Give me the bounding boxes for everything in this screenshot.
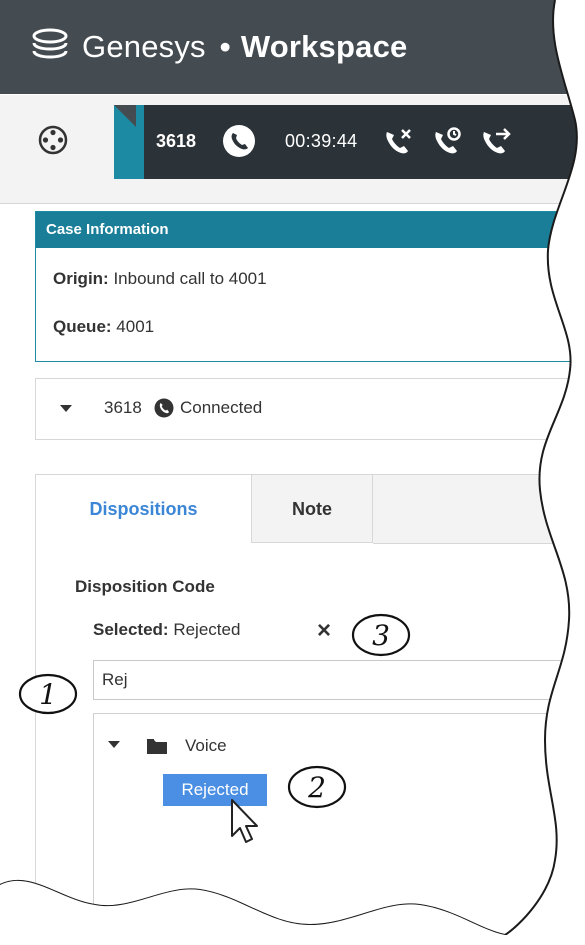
connection-number: 3618 (104, 398, 142, 417)
end-call-icon[interactable] (381, 124, 415, 158)
hub-menu-icon[interactable] (37, 124, 69, 156)
origin-row: Origin: Inbound call to 4001 (53, 269, 267, 289)
callout-2-label: 2 (307, 771, 326, 804)
transfer-call-icon[interactable] (478, 124, 512, 158)
selected-value: Rejected (173, 620, 241, 639)
brand-name: Genesys (82, 29, 206, 64)
callout-1-label: 1 (39, 678, 57, 711)
expand-caret-icon[interactable] (108, 741, 120, 748)
queue-label: Queue: (53, 317, 112, 336)
tree-folder-voice[interactable]: Voice (185, 736, 227, 756)
origin-value: Inbound call to 4001 (113, 269, 267, 288)
phone-icon (154, 398, 174, 418)
selected-label: Selected: (93, 620, 169, 639)
queue-row: Queue: 4001 (53, 317, 154, 337)
callout-3-label: 3 (372, 619, 390, 652)
tab-bar-filler (373, 475, 585, 544)
connection-status: Connected (180, 398, 263, 417)
callout-3: 3 (351, 613, 411, 657)
app-title: Genesys • Workspace (82, 27, 407, 67)
call-bar-notch (114, 105, 136, 127)
product-name: Workspace (240, 29, 408, 64)
disposition-search-input[interactable] (93, 660, 585, 700)
origin-label: Origin: (53, 269, 109, 288)
collapse-caret-icon[interactable] (60, 405, 72, 412)
genesys-logo-icon (30, 26, 70, 66)
connection-status-panel[interactable]: 3618 Connected (35, 378, 585, 440)
folder-icon (146, 737, 168, 755)
hold-call-icon[interactable] (430, 124, 464, 158)
phone-icon (222, 124, 256, 158)
queue-value: 4001 (116, 317, 155, 336)
case-information-panel: Case Information Origin: Inbound call to… (35, 211, 585, 362)
case-information-title: Case Information (36, 212, 585, 248)
callout-2: 2 (287, 765, 347, 809)
call-timer: 00:39:44 (285, 131, 358, 151)
selected-disposition: Selected: Rejected (93, 620, 240, 640)
disposition-code-title: Disposition Code (75, 577, 215, 596)
clear-selection-icon[interactable]: × (317, 617, 331, 645)
brand-separator: • (219, 29, 231, 64)
app-header: Genesys • Workspace (0, 0, 585, 94)
mouse-pointer-icon (226, 796, 262, 848)
tab-dispositions[interactable]: Dispositions (36, 475, 251, 543)
callout-1: 1 (18, 673, 78, 715)
tab-note[interactable]: Note (251, 475, 373, 543)
call-party-number: 3618 (156, 131, 197, 151)
